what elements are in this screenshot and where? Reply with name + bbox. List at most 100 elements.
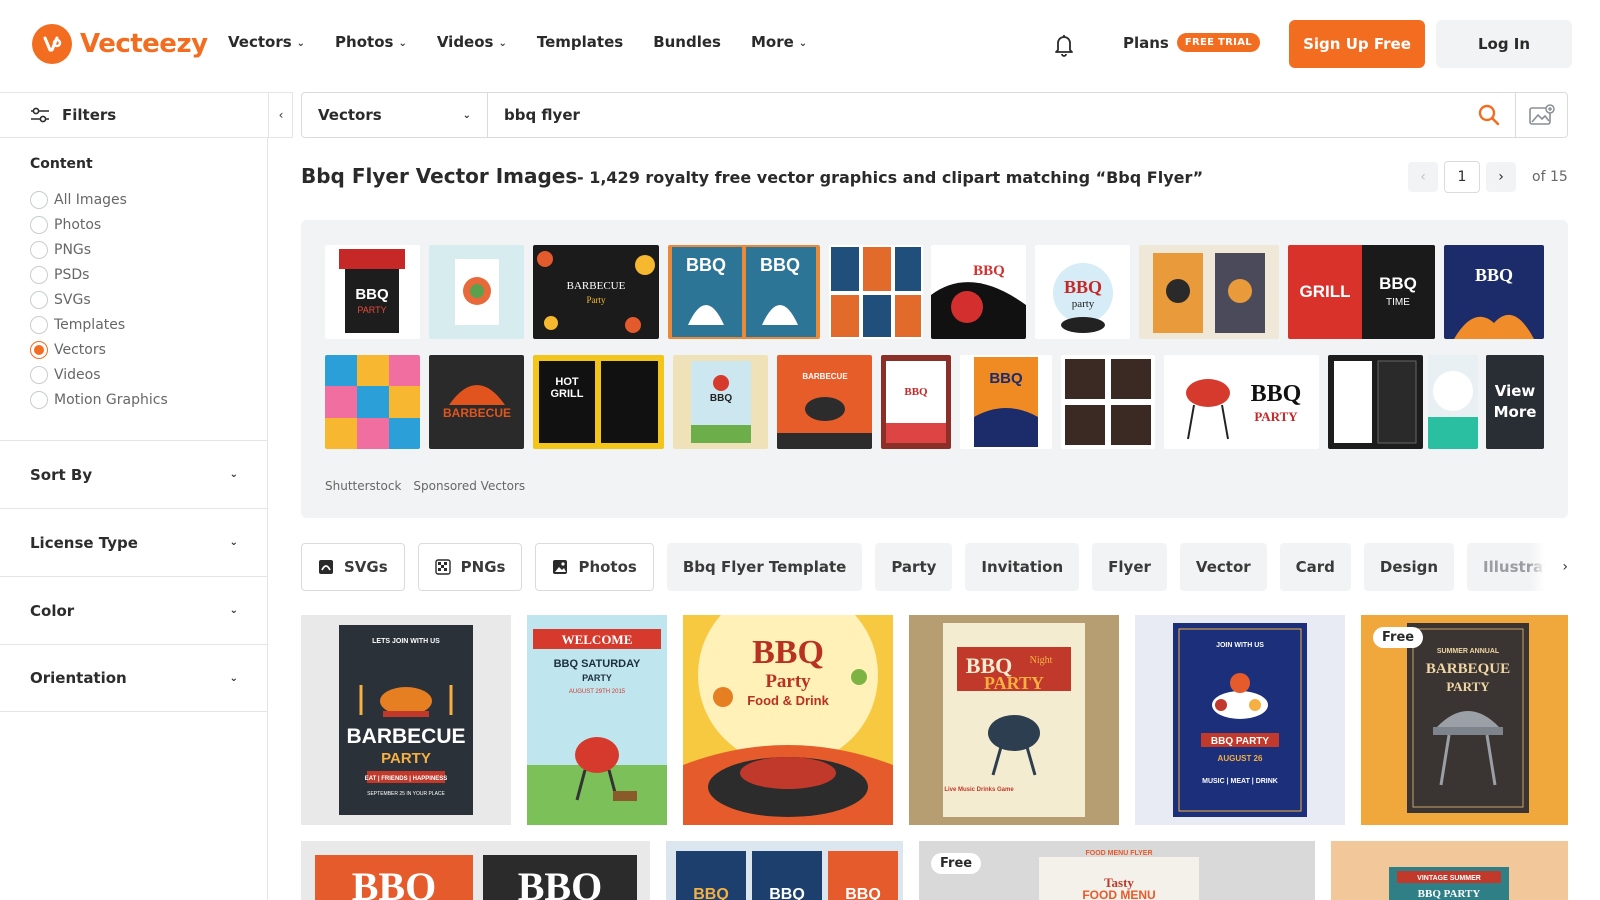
plans-link[interactable]: Plans FREE TRIAL (1123, 33, 1260, 52)
sponsored-thumb[interactable]: BBQ BBQ (668, 245, 820, 339)
svg-text:BBQ: BBQ (1251, 381, 1302, 407)
chip-invitation[interactable]: Invitation (965, 543, 1080, 591)
result-card[interactable]: BBQ Party Food & Drink (683, 615, 893, 825)
sponsored-thumb[interactable] (1061, 355, 1155, 449)
radio-psds[interactable]: PSDs (30, 262, 168, 287)
radio-button[interactable] (30, 265, 48, 284)
radio-svgs[interactable]: SVGs (30, 287, 168, 312)
card-line: Live Music Drinks Game (944, 787, 1014, 793)
nav-more[interactable]: More ⌄ (751, 33, 807, 51)
nav-bundles[interactable]: Bundles (653, 33, 721, 51)
sponsored-thumb[interactable] (429, 245, 524, 339)
nav-label: Templates (536, 33, 624, 51)
nav-photos[interactable]: Photos ⌄ (335, 33, 407, 51)
view-more-button[interactable]: View More (1486, 355, 1544, 449)
prev-page-button[interactable]: ‹ (1408, 162, 1438, 192)
collapse-sidebar-button[interactable]: ‹ (268, 92, 293, 138)
radio-button[interactable] (30, 365, 48, 384)
radio-pngs[interactable]: PNGs (30, 237, 168, 262)
visual-search-button[interactable] (1515, 93, 1567, 137)
chips-scroll-right-button[interactable]: › (1530, 543, 1568, 591)
sponsored-thumb[interactable]: BARBECUE (777, 355, 872, 449)
sponsored-thumb[interactable]: BARBECUE Party (533, 245, 659, 339)
result-card[interactable]: BBQ BBQ (301, 841, 650, 900)
sponsored-thumb[interactable]: HOT GRILL (533, 355, 664, 449)
next-page-button[interactable]: › (1486, 162, 1516, 192)
result-card[interactable]: BBQ BBQ BBQ (666, 841, 903, 900)
sponsored-thumb[interactable]: BBQ PARTY (325, 245, 420, 339)
chip-vector[interactable]: Vector (1179, 543, 1267, 591)
radio-button[interactable] (30, 290, 48, 309)
radio-button[interactable] (30, 190, 48, 209)
page-number-input[interactable]: 1 (1444, 161, 1480, 193)
chip-bbq-flyer-template[interactable]: Bbq Flyer Template (666, 543, 863, 591)
chip-photos[interactable]: Photos (535, 543, 654, 591)
sponsored-thumb[interactable]: BBQ (673, 355, 768, 449)
radio-all-images[interactable]: All Images (30, 187, 168, 212)
radio-templates[interactable]: Templates (30, 312, 168, 337)
card-line: BARBECUE (346, 725, 465, 748)
sponsored-thumb[interactable] (1328, 355, 1423, 449)
sort-by-accordion[interactable]: Sort By ⌄ (0, 440, 268, 508)
filters-toggle[interactable]: Filters (0, 92, 293, 138)
sponsored-thumb[interactable] (325, 355, 420, 449)
sponsored-thumb[interactable]: BBQ PARTY (1164, 355, 1319, 449)
sponsored-thumb[interactable]: BBQ party (1035, 245, 1130, 339)
chevron-down-icon: ⌄ (229, 605, 238, 616)
sponsored-thumb[interactable]: BBQ (931, 245, 1026, 339)
sponsored-thumb[interactable]: BARBECUE (429, 355, 524, 449)
radio-button[interactable] (30, 315, 48, 334)
content-filter: Content All Images Photos PNGs PSDs SVGs… (30, 156, 168, 412)
orientation-accordion[interactable]: Orientation ⌄ (0, 644, 268, 712)
card-line: BBQ PARTY (1211, 736, 1269, 747)
radio-button[interactable] (30, 240, 48, 259)
nav-templates[interactable]: Templates (537, 33, 623, 51)
sponsored-thumb[interactable] (1428, 355, 1478, 449)
search-button[interactable] (1463, 93, 1515, 137)
result-card[interactable]: JOIN WITH US BBQ PARTY AUGUST 26 MUSIC |… (1135, 615, 1345, 825)
nav-vectors[interactable]: Vectors ⌄ (228, 33, 305, 51)
chip-svgs[interactable]: SVGs (301, 543, 405, 591)
search-input[interactable] (488, 93, 1463, 137)
card-line: BBQ PARTY (1418, 888, 1481, 900)
radio-videos[interactable]: Videos (30, 362, 168, 387)
sponsored-thumb[interactable]: GRILL BBQ TIME (1288, 245, 1435, 339)
radio-button-selected[interactable] (30, 340, 48, 359)
license-type-accordion[interactable]: License Type ⌄ (0, 508, 268, 576)
svg-text:TIME: TIME (1386, 297, 1410, 308)
nav-videos[interactable]: Videos ⌄ (437, 33, 507, 51)
chip-card[interactable]: Card (1279, 543, 1351, 591)
sponsored-thumb[interactable] (829, 245, 923, 339)
color-accordion[interactable]: Color ⌄ (0, 576, 268, 644)
log-in-button[interactable]: Log In (1436, 20, 1572, 68)
chip-party[interactable]: Party (875, 543, 953, 591)
svg-text:party: party (1072, 298, 1095, 310)
radio-button[interactable] (30, 390, 48, 409)
chip-flyer[interactable]: Flyer (1092, 543, 1167, 591)
asset-type-select[interactable]: Vectors ⌄ (302, 93, 488, 137)
chip-design[interactable]: Design (1363, 543, 1455, 591)
card-line: PARTY (984, 673, 1044, 693)
asset-type-value: Vectors (318, 106, 382, 124)
radio-photos[interactable]: Photos (30, 212, 168, 237)
sign-up-button[interactable]: Sign Up Free (1289, 20, 1425, 68)
result-card[interactable]: BBQ Night PARTY Live Music Drinks Game (909, 615, 1119, 825)
radio-motion-graphics[interactable]: Motion Graphics (30, 387, 168, 412)
result-card[interactable]: SUMMER ANNUAL BARBEQUE PARTY Free (1361, 615, 1568, 825)
radio-button[interactable] (30, 215, 48, 234)
card-line: BBQ (752, 634, 824, 671)
notifications-bell-icon[interactable] (1052, 32, 1076, 58)
sponsored-thumb[interactable]: BBQ (1444, 245, 1544, 339)
sponsor-provider[interactable]: Shutterstock (325, 479, 401, 493)
result-card[interactable]: LETS JOIN WITH US BARBECUE PARTY EAT | F… (301, 615, 511, 825)
vecteezy-logo[interactable]: Vecteezy (32, 24, 208, 64)
card-line: Food & Drink (747, 693, 829, 708)
chip-pngs[interactable]: PNGs (417, 543, 523, 591)
sponsored-thumb[interactable]: BBQ (960, 355, 1052, 449)
sponsored-thumb[interactable] (1139, 245, 1279, 339)
result-card[interactable]: FOOD MENU FLYER Tasty FOOD MENU Free (919, 841, 1315, 900)
result-card[interactable]: WELCOME BBQ SATURDAY PARTY AUGUST 29TH 2… (527, 615, 667, 825)
sponsored-thumb[interactable]: BBQ (881, 355, 951, 449)
radio-vectors[interactable]: Vectors (30, 337, 168, 362)
result-card[interactable]: VINTAGE SUMMER BBQ PARTY (1331, 841, 1568, 900)
